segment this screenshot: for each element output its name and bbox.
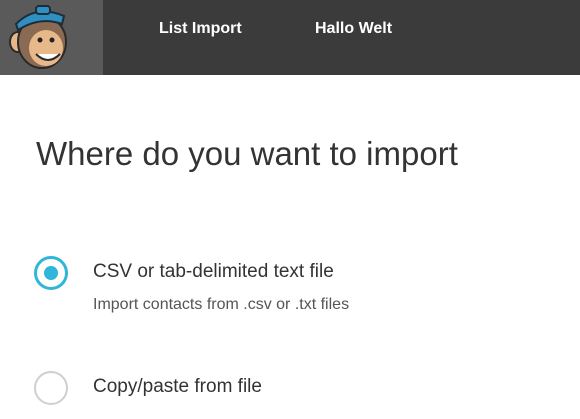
radio-selected-icon[interactable] — [34, 256, 68, 290]
option-title: CSV or tab-delimited text file — [93, 261, 334, 282]
page-title: Where do you want to import — [36, 135, 458, 172]
freddie-logo-icon — [9, 5, 67, 69]
nav-hallo-welt[interactable]: Hallo Welt — [315, 17, 392, 41]
option-description: Import contacts from .csv or .txt files — [93, 296, 350, 313]
home-logo[interactable] — [0, 0, 103, 75]
top-navigation-bar: List Import Hallo Welt — [0, 0, 580, 75]
nav-list-import[interactable]: List Import — [159, 17, 242, 41]
option-title: Copy/paste from file — [93, 376, 262, 397]
radio-unselected-icon[interactable] — [34, 371, 68, 405]
